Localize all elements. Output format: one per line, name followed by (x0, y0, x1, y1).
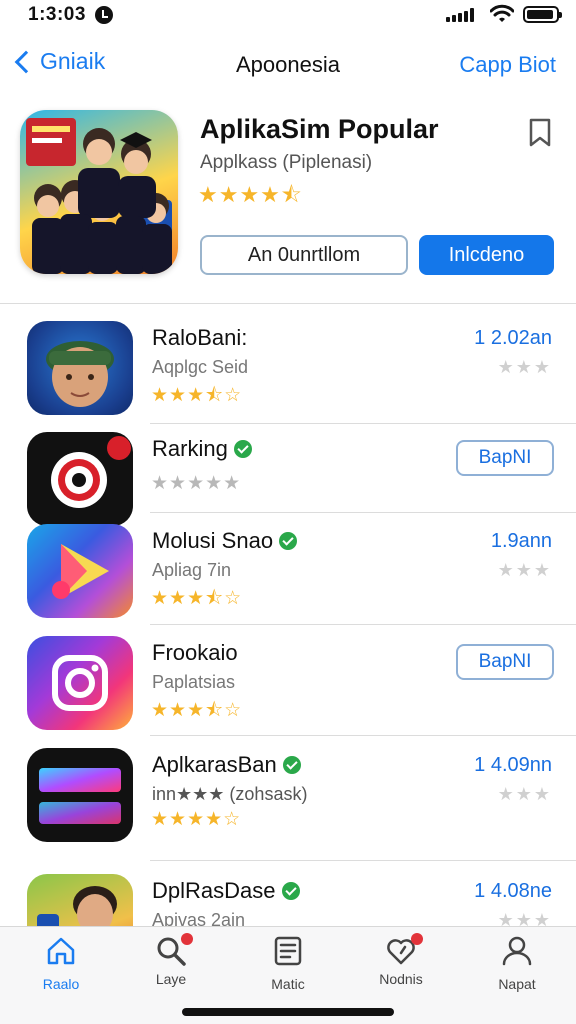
app-icon-apm-view (27, 748, 133, 842)
featured-app-title: AplikaSim Popular (200, 114, 439, 144)
status-time: 1:3:03 (28, 4, 86, 25)
app-name: RaloBani: (152, 325, 248, 350)
app-name: Rarking (152, 436, 252, 462)
nav-right-button[interactable]: Capp Biot (459, 52, 556, 78)
divider (0, 303, 576, 304)
tab-label: Matic (271, 976, 305, 992)
featured-app-icon[interactable] (20, 110, 178, 274)
secondary-action-button[interactable]: An 0unrtllom (200, 235, 408, 275)
app-size: 1 4.08ne (474, 880, 552, 902)
divider (150, 624, 576, 625)
app-subtitle: Apivas 2ain (152, 910, 246, 926)
app-rating: ★★★★★ (151, 473, 242, 494)
app-subtitle: Aqplgc Seid (152, 357, 249, 377)
nav-bar: Gniaik Apoonesia Capp Biot (0, 40, 576, 90)
divider (150, 512, 576, 513)
verified-icon (281, 882, 300, 900)
app-icon-camera (27, 636, 133, 730)
tab-search[interactable]: Laye (126, 933, 216, 995)
verified-icon (279, 532, 298, 550)
featured-app-rating: ★★★★⯪ (198, 182, 303, 207)
app-icon-portrait-2 (27, 874, 133, 926)
primary-action-button[interactable]: Inlcdeno (419, 235, 554, 275)
app-rating-secondary: ★★★ (497, 357, 552, 377)
notification-badge (181, 933, 193, 945)
bookmark-icon[interactable] (528, 118, 552, 148)
verified-icon (282, 756, 301, 774)
app-icon-portrait (27, 321, 133, 415)
tab-profile[interactable]: Napat (472, 935, 562, 995)
app-rating: ★★★⯪☆ (151, 700, 243, 721)
search-icon (155, 933, 193, 967)
app-rating-secondary: ★★★ (497, 784, 552, 804)
signal-icon (446, 8, 474, 22)
list-icon (274, 936, 302, 966)
featured-app: AplikaSim Popular Applkass (Piplenasi) ★… (0, 108, 576, 298)
app-size: 1.9ann (490, 530, 552, 552)
app-name: Frookaio (152, 640, 238, 665)
divider (150, 860, 576, 861)
list-item[interactable]: Molusi Snao Apliag 7in ★★★⯪☆ 1.9ann ★★★ (0, 516, 576, 628)
featured-app-subtitle: Applkass (Piplenasi) (200, 152, 373, 173)
get-button[interactable]: BapNI (456, 644, 554, 680)
battery-icon (523, 6, 562, 23)
heart-gauge-icon (385, 933, 423, 967)
app-subtitle: Apliag 7in (152, 560, 232, 580)
tab-label: Raalo (42, 976, 80, 992)
app-rating: ★★★★☆ (151, 809, 242, 830)
app-name: DplRasDase (152, 878, 300, 904)
tab-label: Nodnis (379, 971, 423, 987)
focus-icon (95, 6, 113, 24)
app-subtitle: Paplatsias (152, 672, 236, 692)
app-name: AplkarasBan (152, 752, 301, 778)
list-item[interactable]: Frookaio Paplatsias ★★★⯪☆ BapNI (0, 628, 576, 740)
tab-list[interactable]: Matic (243, 935, 333, 995)
back-label: Gniaik (40, 48, 106, 74)
tab-label: Napat (498, 976, 536, 992)
app-icon-play (27, 524, 133, 618)
chevron-left-icon (14, 50, 38, 73)
back-button[interactable]: Gniaik (12, 48, 105, 75)
get-button[interactable]: BapNI (456, 440, 554, 476)
list-item[interactable]: AplkarasBan inn★★★ (zohsask) ★★★★☆ 1 4.0… (0, 740, 576, 852)
app-size: 1 4.09nn (474, 754, 552, 776)
person-icon (502, 936, 532, 966)
tab-favorites[interactable]: Nodnis (356, 933, 446, 995)
home-icon (47, 937, 75, 965)
app-name: Molusi Snao (152, 528, 298, 554)
list-item[interactable]: DplRasDase Apivas 2ain 1 4.08ne ★★★ (0, 866, 576, 926)
app-size: 1 2.02an (474, 327, 552, 349)
list-item[interactable]: RaloBani: Aqplgc Seid ★★★⯪☆ 1 2.02an ★★★ (0, 313, 576, 425)
home-indicator (182, 1008, 394, 1016)
app-rating-secondary: ★★★ (497, 910, 552, 926)
wifi-icon (490, 4, 514, 22)
notification-badge (411, 933, 423, 945)
verified-icon (233, 440, 252, 458)
status-bar: 1:3:03 (0, 0, 576, 32)
app-icon-target (27, 432, 133, 526)
app-subtitle: inn★★★ (zohsask) (152, 784, 308, 804)
tab-home[interactable]: Raalo (16, 935, 106, 995)
app-rating-secondary: ★★★ (497, 560, 552, 580)
tab-label: Laye (155, 971, 187, 987)
app-rating: ★★★⯪☆ (151, 385, 243, 406)
divider (150, 735, 576, 736)
app-rating: ★★★⯪☆ (151, 588, 243, 609)
